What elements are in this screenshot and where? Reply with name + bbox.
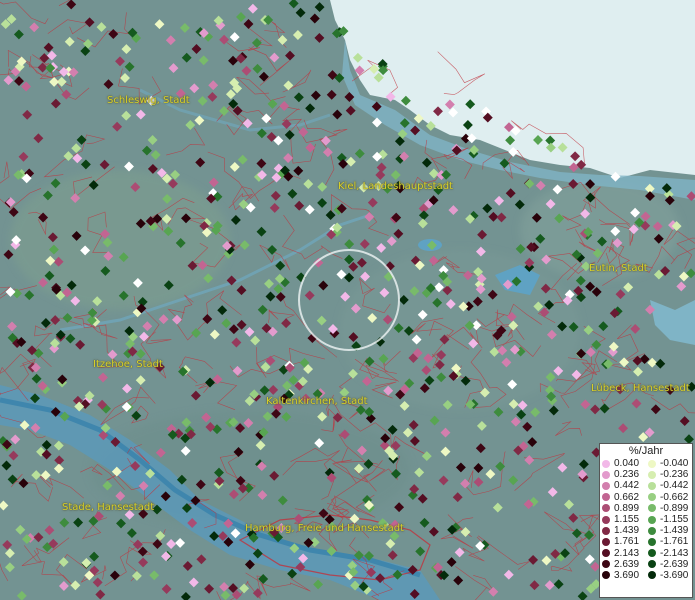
- legend-entry: -0.442: [648, 480, 692, 491]
- city-label-kiel: Kiel, Landeshauptstadt: [338, 181, 453, 192]
- city-label-eutin: Eutin, Stadt: [589, 263, 648, 274]
- legend-swatch: [602, 504, 610, 513]
- city-label-kaltenkirchen: Kaltenkirchen, Stadt: [266, 396, 368, 407]
- legend-value: -0.662: [660, 491, 689, 503]
- legend-entry: 3.690: [602, 570, 646, 581]
- city-label-itzehoe: Itzehoe, Stadt: [93, 359, 163, 370]
- legend-value: 0.662: [614, 491, 640, 503]
- legend-entry: 1.155: [602, 514, 646, 525]
- legend-title: %/Jahr: [628, 445, 664, 457]
- legend-entry: 2.639: [602, 559, 646, 570]
- legend-positive-column: 0.040 0.236 0.442 0.662 0.899 1.155 1.439 1.761…: [600, 458, 646, 581]
- legend-swatch: [648, 481, 656, 490]
- legend-entry: -3.690: [648, 570, 692, 581]
- legend-value: -0.040: [660, 458, 689, 470]
- legend-entry: 1.439: [602, 525, 646, 536]
- legend-entry: 2.143: [602, 548, 646, 559]
- legend-swatch: [648, 537, 656, 546]
- city-label-schleswig: Schleswig, Stadt: [107, 95, 190, 106]
- legend-entry: -0.040: [648, 458, 692, 469]
- legend-entry: 0.899: [602, 503, 646, 514]
- city-label-luebeck: Lübeck, Hansestadt: [591, 383, 690, 394]
- legend-value: 0.899: [614, 502, 640, 514]
- legend: %/Jahr 0.040 0.236 0.442 0.662 0.899 1.155 1.4…: [599, 443, 693, 598]
- legend-entry: 1.761: [602, 536, 646, 547]
- city-label-stade: Stade, Hansestadt: [62, 502, 155, 513]
- legend-swatch: [648, 459, 656, 468]
- legend-entry: 0.236: [602, 469, 646, 480]
- legend-value: -0.899: [660, 502, 689, 514]
- legend-swatch: [648, 571, 656, 580]
- legend-swatch: [648, 493, 656, 502]
- legend-value: 1.155: [614, 514, 640, 526]
- legend-value: -1.439: [660, 525, 689, 537]
- city-label-hamburg: Hamburg, Freie und Hansestadt: [245, 523, 404, 534]
- legend-entry: -1.761: [648, 536, 692, 547]
- legend-value: -1.155: [660, 514, 689, 526]
- legend-value: 3.690: [614, 569, 640, 581]
- legend-negative-column: -0.040 -0.236 -0.442 -0.662 -0.899 -1.155 -1.4…: [646, 458, 692, 581]
- legend-swatch: [648, 549, 656, 558]
- legend-swatch: [602, 571, 610, 580]
- legend-value: 1.761: [614, 536, 640, 548]
- legend-value: -0.442: [660, 480, 689, 492]
- legend-swatch: [602, 526, 610, 535]
- legend-swatch: [602, 493, 610, 502]
- legend-swatch: [648, 470, 656, 479]
- legend-value: -3.690: [660, 569, 689, 581]
- legend-entry: -2.639: [648, 559, 692, 570]
- legend-value: -1.761: [660, 536, 689, 548]
- legend-swatch: [602, 560, 610, 569]
- legend-swatch: [602, 481, 610, 490]
- legend-value: -0.236: [660, 469, 689, 481]
- legend-entry: -0.899: [648, 503, 692, 514]
- legend-entry: 0.662: [602, 492, 646, 503]
- legend-swatch: [648, 504, 656, 513]
- legend-entry: 0.040: [602, 458, 646, 469]
- legend-entry: -1.155: [648, 514, 692, 525]
- legend-entry: -2.143: [648, 548, 692, 559]
- legend-value: 2.639: [614, 558, 640, 570]
- legend-swatch: [648, 515, 656, 524]
- legend-entry: -0.236: [648, 469, 692, 480]
- legend-entry: -0.662: [648, 492, 692, 503]
- legend-swatch: [602, 549, 610, 558]
- legend-swatch: [648, 560, 656, 569]
- legend-entry: 0.442: [602, 480, 646, 491]
- legend-swatch: [602, 515, 610, 524]
- legend-swatch: [648, 526, 656, 535]
- legend-value: -2.639: [660, 558, 689, 570]
- legend-swatch: [602, 459, 610, 468]
- legend-value: -2.143: [660, 547, 689, 559]
- legend-value: 0.442: [614, 480, 640, 492]
- legend-value: 0.040: [614, 458, 640, 470]
- legend-value: 0.236: [614, 469, 640, 481]
- legend-value: 1.439: [614, 525, 640, 537]
- legend-entry: -1.439: [648, 525, 692, 536]
- legend-swatch: [602, 537, 610, 546]
- legend-swatch: [602, 470, 610, 479]
- legend-value: 2.143: [614, 547, 640, 559]
